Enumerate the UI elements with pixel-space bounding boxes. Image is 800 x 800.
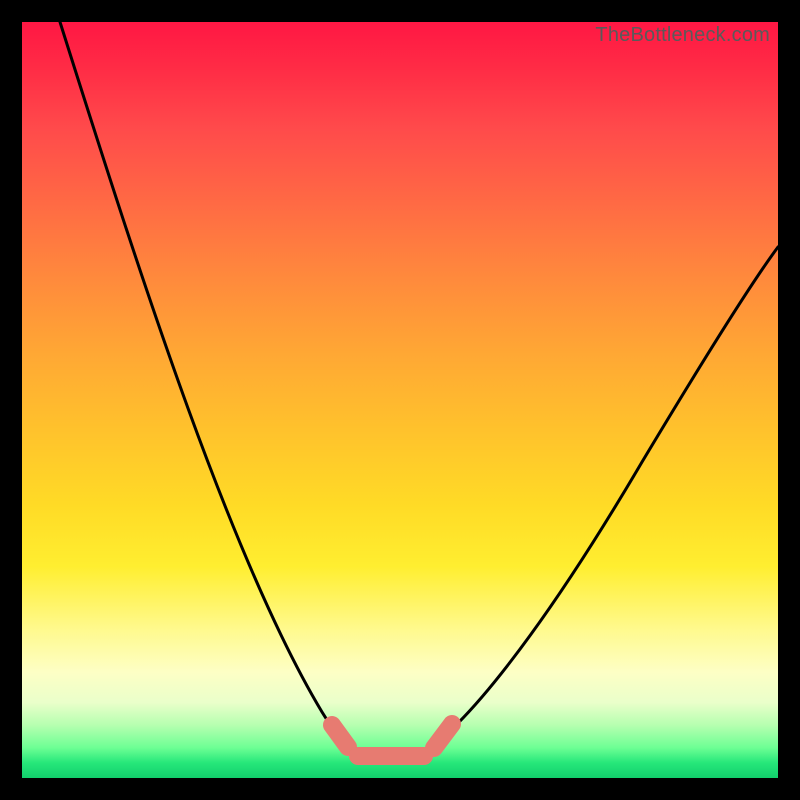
bottleneck-plot (22, 22, 778, 778)
curve-line (60, 22, 778, 762)
chart-area: TheBottleneck.com (22, 22, 778, 778)
optimal-markers (332, 724, 452, 756)
watermark-text: TheBottleneck.com (595, 24, 770, 47)
